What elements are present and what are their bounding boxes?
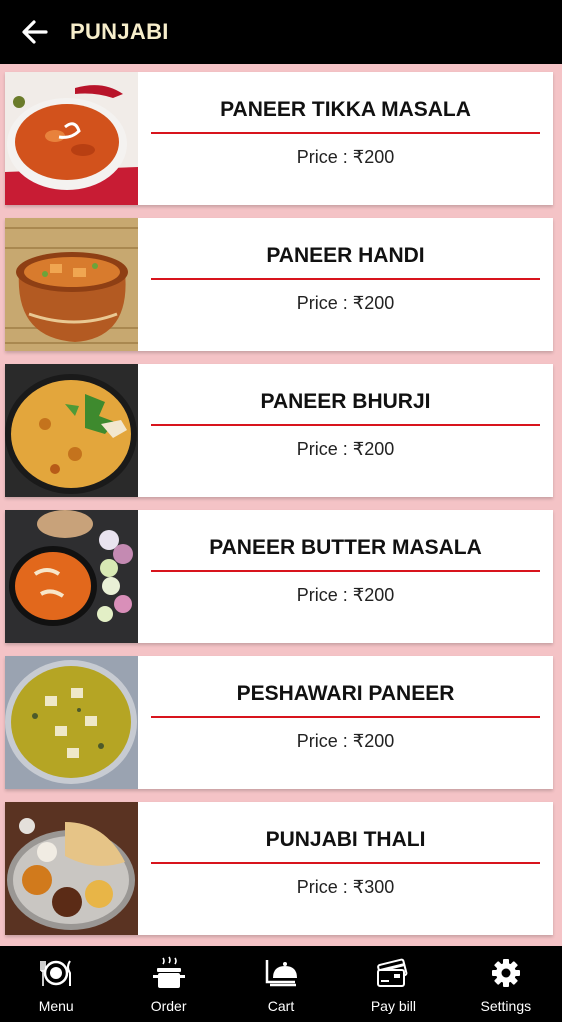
dish-info: PANEER HANDI Price : ₹200 — [151, 218, 540, 351]
page-title: PUNJABI — [70, 19, 169, 44]
serving-cloche-icon — [264, 956, 298, 990]
dish-info: PANEER TIKKA MASALA Price : ₹200 — [151, 72, 540, 205]
dish-list[interactable]: PANEER TIKKA MASALA Price : ₹200 PANEER … — [0, 64, 562, 946]
dish-info: PUNJABI THALI Price : ₹300 — [151, 802, 540, 935]
back-button[interactable] — [0, 0, 70, 64]
dish-card-paneer-bhurji[interactable]: PANEER BHURJI Price : ₹200 — [5, 364, 553, 497]
cards-icon — [376, 956, 410, 990]
dish-price: Price : ₹200 — [296, 439, 395, 459]
dish-name: PANEER BUTTER MASALA — [209, 536, 482, 559]
nav-label: Pay bill — [370, 998, 416, 1014]
nav-cart[interactable]: Cart — [225, 946, 337, 1022]
divider — [151, 424, 540, 426]
arrow-left-icon — [22, 20, 48, 44]
dish-card-peshawari-paneer[interactable]: PESHAWARI PANEER Price : ₹200 — [5, 656, 553, 789]
dish-card-paneer-tikka-masala[interactable]: PANEER TIKKA MASALA Price : ₹200 — [5, 72, 553, 205]
peshawari-paneer-photo — [5, 656, 138, 789]
dish-price: Price : ₹200 — [296, 147, 395, 167]
divider — [151, 132, 540, 134]
app-bar: PUNJABI — [0, 0, 562, 64]
divider — [151, 862, 540, 864]
dish-name: PUNJABI THALI — [265, 828, 426, 851]
nav-label: Settings — [480, 998, 532, 1014]
dish-info: PANEER BUTTER MASALA Price : ₹200 — [151, 510, 540, 643]
paneer-butter-masala-photo — [5, 510, 138, 643]
paneer-handi-photo — [5, 218, 138, 351]
nav-label: Menu — [38, 998, 74, 1014]
nav-label: Cart — [267, 998, 295, 1014]
dish-name: PANEER BHURJI — [260, 390, 431, 413]
nav-menu[interactable]: Menu — [0, 946, 112, 1022]
dish-name: PANEER HANDI — [266, 244, 425, 267]
bottom-navigation: Menu Order Cart Pay bill Settings — [0, 946, 562, 1022]
nav-label: Order — [150, 998, 187, 1014]
plate-cutlery-icon — [39, 956, 73, 990]
divider — [151, 716, 540, 718]
dish-price: Price : ₹200 — [296, 293, 395, 313]
divider — [151, 278, 540, 280]
dish-card-paneer-butter-masala[interactable]: PANEER BUTTER MASALA Price : ₹200 — [5, 510, 553, 643]
dish-card-punjabi-thali[interactable]: PUNJABI THALI Price : ₹300 — [5, 802, 553, 935]
divider — [151, 570, 540, 572]
punjabi-thali-photo — [5, 802, 138, 935]
dish-info: PANEER BHURJI Price : ₹200 — [151, 364, 540, 497]
cooking-pot-icon — [152, 956, 186, 990]
dish-card-paneer-handi[interactable]: PANEER HANDI Price : ₹200 — [5, 218, 553, 351]
paneer-tikka-masala-photo — [5, 72, 138, 205]
dish-name: PANEER TIKKA MASALA — [220, 98, 471, 121]
nav-order[interactable]: Order — [112, 946, 224, 1022]
gear-icon — [489, 956, 523, 990]
dish-info: PESHAWARI PANEER Price : ₹200 — [151, 656, 540, 789]
dish-price: Price : ₹200 — [296, 585, 395, 605]
nav-settings[interactable]: Settings — [450, 946, 562, 1022]
paneer-bhurji-photo — [5, 364, 138, 497]
dish-price: Price : ₹300 — [296, 877, 395, 897]
dish-name: PESHAWARI PANEER — [236, 682, 455, 705]
dish-price: Price : ₹200 — [296, 731, 395, 751]
nav-pay-bill[interactable]: Pay bill — [337, 946, 449, 1022]
